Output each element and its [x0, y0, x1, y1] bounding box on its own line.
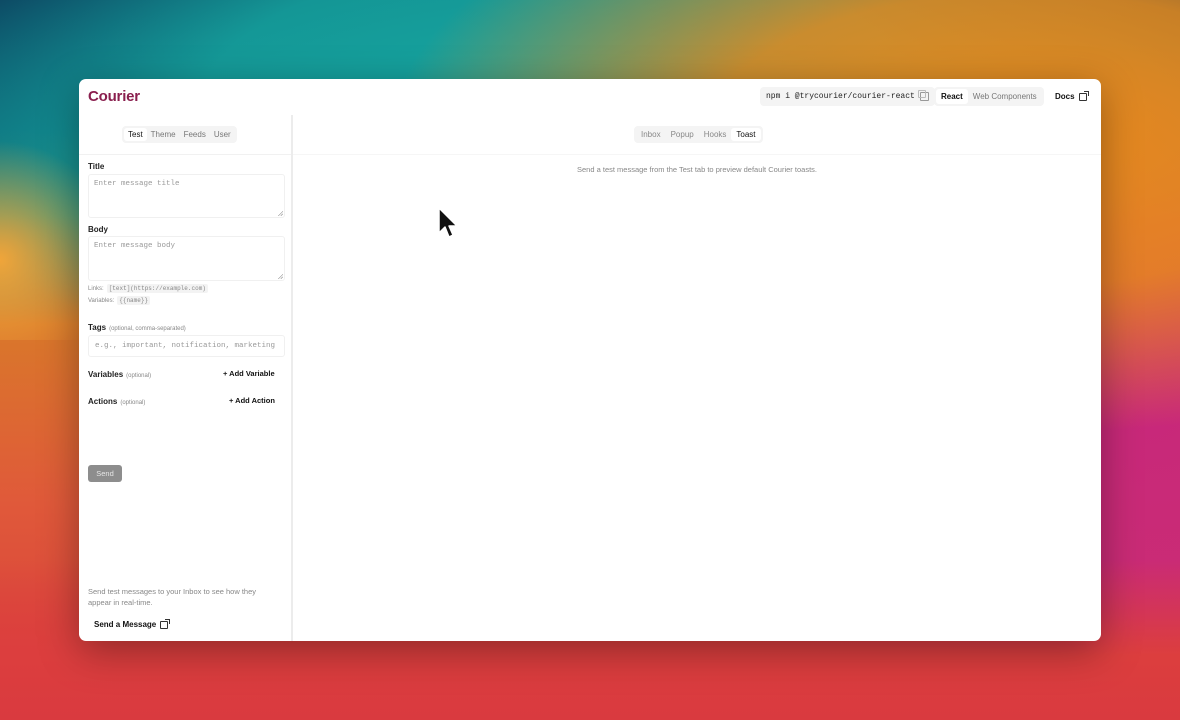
- external-link-icon: [160, 618, 171, 629]
- divider: [293, 154, 1101, 155]
- framework-tabs: React Web Components: [934, 87, 1044, 106]
- tab-test[interactable]: Test: [124, 128, 147, 141]
- top-bar: Courier npm i @trycourier/courier-react …: [79, 79, 1101, 115]
- resize-handle[interactable]: [278, 211, 283, 216]
- variables-label-text: Variables: [88, 370, 124, 379]
- tags-placeholder: e.g., important, notification, marketing: [95, 342, 276, 350]
- external-link-icon: [1078, 90, 1089, 101]
- tags-note: (optional, comma-separated): [109, 326, 186, 332]
- variables-hint-code: {{name}}: [117, 296, 151, 305]
- actions-label-text: Actions: [88, 397, 118, 406]
- send-a-message-label: Send a Message: [94, 620, 157, 629]
- variables-hint-label: Variables:: [88, 297, 115, 304]
- install-command-text: npm i @trycourier/courier-react: [766, 92, 915, 101]
- send-button[interactable]: Send: [88, 465, 122, 482]
- send-a-message-link[interactable]: Send a Message: [94, 618, 171, 629]
- docs-link[interactable]: Docs: [1055, 90, 1089, 101]
- tab-inbox[interactable]: Inbox: [636, 128, 666, 141]
- title-placeholder: Enter message title: [94, 180, 180, 188]
- preview-tabs: Inbox Popup Hooks Toast: [634, 126, 763, 143]
- tags-label-text: Tags: [88, 323, 107, 332]
- tags-label: Tags (optional, comma-separated): [88, 323, 186, 332]
- tags-input[interactable]: e.g., important, notification, marketing: [88, 335, 285, 357]
- add-action-button[interactable]: + Add Action: [229, 396, 275, 405]
- copy-icon[interactable]: [917, 90, 929, 101]
- add-variable-button[interactable]: + Add Variable: [223, 369, 275, 378]
- actions-label: Actions (optional): [88, 397, 145, 406]
- tab-theme[interactable]: Theme: [147, 128, 180, 141]
- variables-hint: Variables: {{name}}: [88, 296, 151, 305]
- links-hint: Links: [text](https://example.com): [88, 284, 208, 293]
- mouse-cursor-icon: [438, 207, 458, 238]
- tab-react[interactable]: React: [936, 89, 968, 104]
- tab-web-components[interactable]: Web Components: [968, 89, 1042, 104]
- tab-popup[interactable]: Popup: [666, 128, 699, 141]
- tab-user[interactable]: User: [210, 128, 235, 141]
- courier-logo: Courier: [88, 88, 140, 105]
- resize-handle[interactable]: [278, 274, 283, 279]
- actions-note: (optional): [120, 400, 146, 406]
- sidebar-footer-text: Send test messages to your Inbox to see …: [88, 587, 257, 607]
- variables-label: Variables (optional): [88, 370, 151, 379]
- links-hint-code: [text](https://example.com): [106, 284, 208, 293]
- tab-toast[interactable]: Toast: [731, 128, 761, 141]
- empty-state-message: Send a test message from the Test tab to…: [577, 165, 817, 174]
- divider: [79, 154, 291, 155]
- app-window: Courier npm i @trycourier/courier-react …: [79, 79, 1101, 641]
- title-field[interactable]: Enter message title: [88, 174, 285, 218]
- preview-panel: Inbox Popup Hooks Toast Send a test mess…: [293, 115, 1101, 641]
- title-label: Title: [88, 162, 105, 171]
- docs-label: Docs: [1055, 92, 1075, 101]
- tab-hooks[interactable]: Hooks: [699, 128, 732, 141]
- links-hint-label: Links:: [88, 285, 104, 292]
- install-command[interactable]: npm i @trycourier/courier-react: [760, 87, 935, 106]
- body-label: Body: [88, 225, 108, 234]
- sidebar-tabs: Test Theme Feeds User: [122, 126, 237, 143]
- tab-feeds[interactable]: Feeds: [180, 128, 210, 141]
- sidebar: Test Theme Feeds User Title Enter messag…: [79, 115, 293, 641]
- body-placeholder: Enter message body: [94, 242, 176, 250]
- body-field[interactable]: Enter message body: [88, 236, 285, 281]
- variables-note: (optional): [126, 373, 152, 379]
